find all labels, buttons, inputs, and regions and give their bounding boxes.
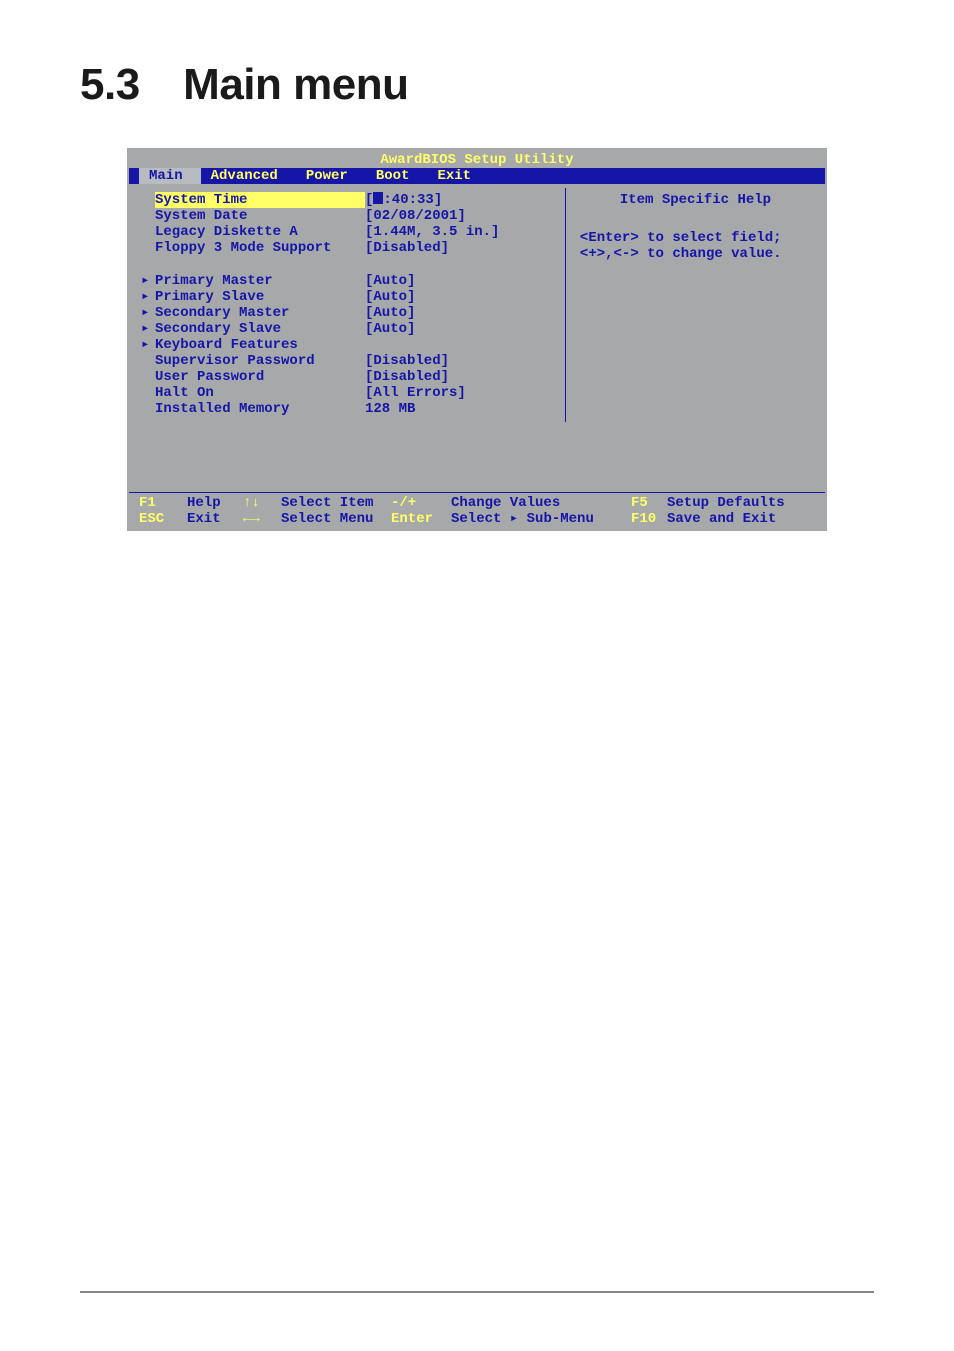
help-title: Item Specific Help	[580, 192, 811, 208]
footer-rule	[80, 1291, 874, 1293]
tab-advanced[interactable]: Advanced	[201, 168, 296, 184]
key-leftright: ←→	[243, 511, 281, 527]
section-heading: 5.3 Main menu	[80, 60, 874, 110]
row-keyboard-features[interactable]: ▸Keyboard Features	[141, 337, 557, 353]
key-change-values: Change Values	[451, 495, 631, 511]
row-halt-on[interactable]: Halt On[All Errors]	[141, 385, 557, 401]
bios-title: AwardBIOS Setup Utility	[129, 150, 825, 168]
tab-exit[interactable]: Exit	[427, 168, 489, 184]
tab-power[interactable]: Power	[296, 168, 366, 184]
key-enter: Enter	[391, 511, 451, 527]
menu-bar: Main Advanced Power Boot Exit	[129, 168, 825, 184]
key-f5: F5	[631, 495, 667, 511]
key-setup-defaults: Setup Defaults	[667, 495, 815, 511]
key-updown: ↑↓	[243, 495, 281, 511]
key-help: Help	[187, 495, 243, 511]
help-body: <Enter> to select field; <+>,<-> to chan…	[580, 230, 811, 262]
row-floppy-3-mode[interactable]: Floppy 3 Mode Support[Disabled]	[141, 240, 557, 256]
cursor	[373, 192, 383, 204]
key-legend: F1 Help ↑↓ Select Item -/+ Change Values…	[129, 492, 825, 531]
help-pane: Item Specific Help <Enter> to select fie…	[566, 188, 819, 421]
row-installed-memory: Installed Memory128 MB	[141, 401, 557, 417]
key-exit: Exit	[187, 511, 243, 527]
row-secondary-slave[interactable]: ▸Secondary Slave[Auto]	[141, 321, 557, 337]
settings-pane: System Time[:40:33] System Date[02/08/20…	[135, 188, 566, 421]
row-primary-slave[interactable]: ▸Primary Slave[Auto]	[141, 289, 557, 305]
key-f1: F1	[139, 495, 187, 511]
row-legacy-diskette-a[interactable]: Legacy Diskette A[1.44M, 3.5 in.]	[141, 224, 557, 240]
tab-main[interactable]: Main	[139, 168, 201, 184]
key-select-submenu: Select ▸ Sub-Menu	[451, 511, 631, 527]
row-system-time[interactable]: System Time[:40:33]	[141, 192, 557, 208]
key-save-and-exit: Save and Exit	[667, 511, 815, 527]
row-primary-master[interactable]: ▸Primary Master[Auto]	[141, 273, 557, 289]
key-esc: ESC	[139, 511, 187, 527]
key-f10: F10	[631, 511, 667, 527]
row-system-date[interactable]: System Date[02/08/2001]	[141, 208, 557, 224]
key-select-menu: Select Menu	[281, 511, 391, 527]
key-select-item: Select Item	[281, 495, 391, 511]
bios-screenshot: AwardBIOS Setup Utility Main Advanced Po…	[127, 148, 827, 531]
row-supervisor-password[interactable]: Supervisor Password[Disabled]	[141, 353, 557, 369]
key-plusminus: -/+	[391, 495, 451, 511]
row-secondary-master[interactable]: ▸Secondary Master[Auto]	[141, 305, 557, 321]
tab-boot[interactable]: Boot	[366, 168, 428, 184]
row-blank	[141, 257, 557, 273]
row-user-password[interactable]: User Password[Disabled]	[141, 369, 557, 385]
bios-body: System Time[:40:33] System Date[02/08/20…	[129, 184, 825, 491]
